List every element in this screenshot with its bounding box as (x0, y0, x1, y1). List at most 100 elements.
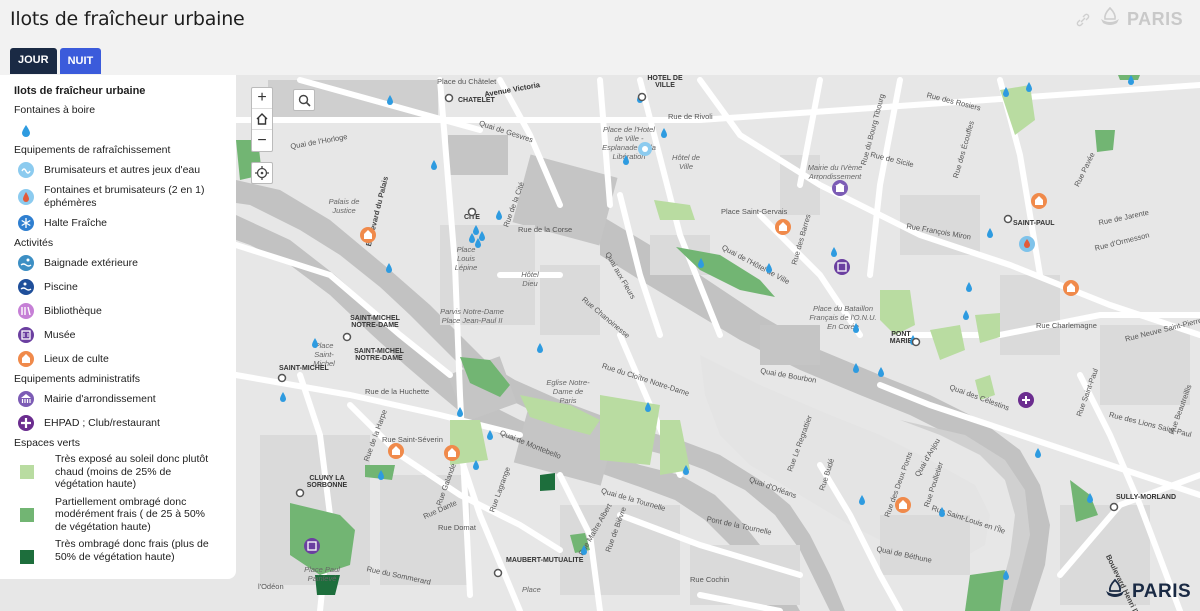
label-chatelet: CHATELET (458, 97, 495, 104)
label-rue-saint-severin: Rue Saint-Séverin (382, 435, 443, 444)
snowflake-icon (16, 213, 36, 233)
legend-label: Partiellement ombragé donc modérément fr… (55, 495, 205, 533)
label-odeon: l'Odéon (258, 582, 284, 591)
label-place-saint-michel: Place Saint-Michel (313, 341, 335, 368)
legend-section-activites: Activités (14, 237, 54, 249)
label-place-paul-painleve: Place Paul Painlevé (304, 565, 340, 583)
legend-item-culte: Lieux de culte (14, 349, 236, 369)
legend-item-ehpad: EHPAD ; Club/restaurant (14, 413, 236, 433)
label-rue-de-rivoli: Rue de Rivoli (668, 112, 713, 121)
label-hotel-dieu: Hôtel Dieu (521, 270, 539, 288)
legend-label: Musée (44, 328, 76, 341)
swatch-shaded (20, 550, 34, 564)
label-cluny: CLUNY LA SORBONNE (306, 475, 348, 489)
ehpad-icon (16, 413, 36, 433)
legend-section-admin: Equipements administratifs (14, 373, 141, 385)
legend-section-fontaines: Fontaines à boire (14, 104, 96, 116)
legend-label: Piscine (44, 280, 78, 293)
mist-icon (16, 160, 36, 180)
label-place-bas: Place (522, 585, 541, 594)
label-place-chatelet: Place du Châtelet (437, 77, 497, 86)
paris-logo-bottom: PARIS (1102, 576, 1191, 607)
legend-title: Ilots de fraîcheur urbaine (14, 85, 146, 97)
label-sully-morland: SULLY-MORLAND (1116, 494, 1177, 501)
label-saint-michel-nd-2: SAINT-MICHEL NOTRE-DAME (354, 348, 404, 362)
tab-jour[interactable]: JOUR (10, 48, 57, 74)
label-place-saint-gervais: Place Saint-Gervais (721, 207, 788, 216)
tab-bar: JOUR NUIT (10, 48, 102, 74)
label-saint-michel: SAINT-MICHEL (279, 365, 329, 372)
logo-text: PARIS (1132, 580, 1192, 602)
town-hall-icon (16, 389, 36, 409)
legend-item-bibliotheque: Bibliothèque (14, 301, 236, 321)
legend-panel: Ilots de fraîcheur urbaine Fontaines à b… (0, 75, 236, 579)
legend-label: Très exposé au soleil donc plutôt chaud … (55, 453, 209, 490)
ship-icon (1102, 576, 1128, 607)
paris-logo: PARIS (1097, 5, 1183, 33)
legend-section-verts: Espaces verts (14, 437, 80, 449)
pool-icon (16, 277, 36, 297)
label-rue-cochin: Rue Cochin (690, 575, 730, 584)
label-parvis: Parvis Notre-Dame Place Jean-Paul II (440, 307, 504, 325)
zoom-controls: + − (251, 87, 273, 152)
legend-label: Lieux de culte (44, 352, 109, 365)
home-button[interactable] (252, 109, 272, 130)
label-place-bataillon: Place du Bataillon Français de l'O.N.U. … (809, 304, 877, 331)
legend-item-vert-frais: Très ombragé donc frais (plus de 50% de … (14, 538, 236, 564)
search-button[interactable] (293, 89, 315, 111)
label-rue-huchette: Rue de la Huchette (365, 387, 430, 396)
label-cite: CITE (464, 214, 480, 221)
page-title: Ilots de fraîcheur urbaine (10, 8, 245, 30)
label-mairie-ive: Mairie du IVème Arrondissement (807, 163, 863, 181)
water-drop-icon (16, 120, 36, 140)
header: Ilots de fraîcheur urbaine PARIS JOUR NU… (0, 0, 1200, 74)
legend-item-halte-fraiche: Halte Fraîche (14, 213, 236, 233)
home-icon (256, 113, 268, 125)
label-hotel-de-ville: Hôtel de Ville (672, 153, 700, 171)
legend-label: Fontaines et brumisateurs (2 en 1) éphém… (44, 184, 205, 209)
legend-item-mairie: Mairie d'arrondissement (14, 389, 236, 409)
label-hotel-de-ville-station: HOTEL DE VILLE (647, 75, 683, 89)
link-icon[interactable] (1075, 12, 1091, 28)
legend-label: Baignade extérieure (44, 256, 138, 269)
legend-item-musee: Musée (14, 325, 236, 345)
legend-label: Halte Fraîche (44, 216, 108, 229)
tab-nuit[interactable]: NUIT (59, 48, 102, 74)
app-root: Ilots de fraîcheur urbaine PARIS JOUR NU… (0, 0, 1200, 611)
legend-label: Mairie d'arrondissement (44, 392, 156, 405)
label-saint-michel-nd: SAINT-MICHEL NOTRE-DAME (350, 315, 400, 329)
swatch-partial-shade (20, 507, 34, 522)
label-eglise-nd: Eglise Notre-Dame de Paris (546, 378, 590, 405)
legend-item-fontaines-brumisateurs: Fontaines et brumisateurs (2 en 1) éphém… (14, 184, 236, 209)
ship-icon (1097, 4, 1123, 35)
label-maubert: MAUBERT-MUTUALITE (506, 557, 584, 564)
crosshair-icon (255, 166, 269, 180)
swim-outdoor-icon (16, 253, 36, 273)
museum-icon (16, 325, 36, 345)
label-place-louis-lepine: Place Louis Lépine (454, 245, 478, 272)
locate-button[interactable] (251, 162, 273, 184)
legend-item-vert-modere: Partiellement ombragé donc modérément fr… (14, 496, 236, 534)
legend-item-fontaine (14, 120, 236, 140)
legend-item-brumisateurs: Brumisateurs et autres jeux d'eau (14, 160, 236, 180)
legend-item-vert-chaud: Très exposé au soleil donc plutôt chaud … (14, 453, 236, 491)
label-saint-paul: SAINT-PAUL (1013, 220, 1055, 227)
legend-label: Brumisateurs et autres jeux d'eau (44, 163, 201, 176)
label-rue-domat: Rue Domat (438, 523, 476, 532)
swatch-sunny (20, 465, 34, 479)
label-palais-justice: Palais de Justice (328, 197, 360, 215)
label-place-hotel-ville: Place de l'Hotel de Ville - Esplanade de… (602, 125, 656, 161)
label-rue-corse: Rue de la Corse (518, 225, 573, 234)
search-icon (298, 94, 311, 107)
fountain-mist-icon (16, 187, 36, 207)
worship-icon (16, 349, 36, 369)
label-rue-charlemagne: Rue Charlemagne (1036, 321, 1097, 330)
legend-section-equipements: Equipements de rafraîchissement (14, 144, 171, 156)
zoom-out-button[interactable]: − (252, 130, 272, 151)
legend-label: EHPAD ; Club/restaurant (44, 416, 160, 429)
label-pont-marie: PONT MARIE (889, 331, 913, 345)
library-icon (16, 301, 36, 321)
zoom-in-button[interactable]: + (252, 88, 272, 109)
legend-label: Bibliothèque (44, 304, 102, 317)
legend-label: Très ombragé donc frais (plus de 50% de … (55, 538, 209, 563)
